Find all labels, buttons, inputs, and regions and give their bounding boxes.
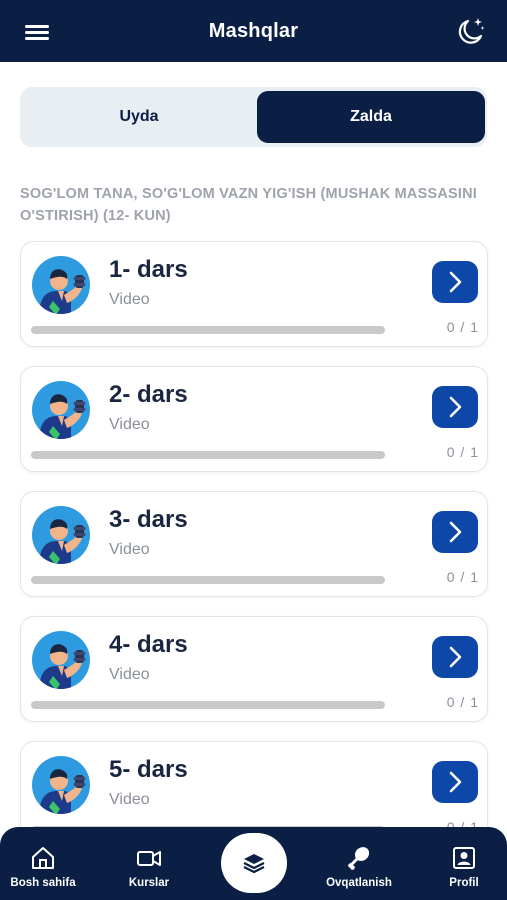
nav-bosh-sahifa[interactable]: Bosh sahifa bbox=[0, 845, 88, 889]
lesson-progress-count: 0 / 1 bbox=[446, 694, 479, 710]
lesson-title: 1- dars bbox=[109, 256, 188, 283]
course-title: SOG'LOM TANA, SO'G'LOM VAZN YIG'ISH (MUS… bbox=[20, 186, 477, 224]
lesson-card[interactable]: 1- dars Video 0 / 1 bbox=[20, 241, 488, 347]
athlete-avatar-icon bbox=[31, 630, 91, 690]
lesson-progress-bar bbox=[31, 326, 385, 334]
home-icon bbox=[32, 847, 54, 869]
lesson-progress-count: 0 / 1 bbox=[446, 569, 479, 585]
chevron-right-icon bbox=[449, 396, 462, 418]
lesson-type: Video bbox=[109, 291, 150, 308]
layers-icon bbox=[243, 854, 265, 874]
page-title: Mashqlar bbox=[208, 19, 299, 42]
lesson-title: 5- dars bbox=[109, 756, 188, 783]
athlete-avatar-icon bbox=[31, 380, 91, 440]
lesson-type: Video bbox=[109, 666, 150, 683]
lesson-title: 2- dars bbox=[109, 381, 188, 408]
video-camera-icon bbox=[137, 851, 161, 866]
nav-profil[interactable]: Profil bbox=[419, 845, 507, 889]
nav-label: Profil bbox=[449, 877, 479, 889]
moon-stars-icon[interactable] bbox=[453, 15, 487, 49]
hamburger-menu-icon[interactable] bbox=[25, 23, 51, 41]
nav-label: Kurslar bbox=[128, 877, 170, 889]
lesson-title: 4- dars bbox=[109, 631, 188, 658]
athlete-avatar-icon bbox=[31, 755, 91, 815]
nav-kurslar[interactable]: Kurslar bbox=[104, 845, 194, 889]
lesson-type: Video bbox=[109, 541, 150, 558]
lesson-progress-bar bbox=[31, 451, 385, 459]
lesson-progress-bar bbox=[31, 576, 385, 584]
lesson-progress-count: 0 / 1 bbox=[446, 444, 479, 460]
tab-uyda[interactable]: Uyda bbox=[24, 91, 254, 143]
lesson-progress-count: 0 / 1 bbox=[446, 319, 479, 335]
athlete-avatar-icon bbox=[31, 505, 91, 565]
athlete-avatar-icon bbox=[31, 255, 91, 315]
chevron-right-icon bbox=[449, 271, 462, 293]
profile-card-icon bbox=[453, 847, 475, 869]
open-lesson-button[interactable] bbox=[432, 261, 478, 303]
nav-label: Ovqatlanish bbox=[326, 877, 392, 889]
tab-zalda[interactable]: Zalda bbox=[257, 91, 485, 143]
open-lesson-button[interactable] bbox=[432, 386, 478, 428]
bottom-navigation: Bosh sahifa Kurslar Ovqatlanish Profil bbox=[0, 827, 507, 900]
location-tabs: Uyda Zalda bbox=[20, 87, 487, 147]
lesson-title: 3- dars bbox=[109, 506, 188, 533]
lesson-card[interactable]: 4- dars Video 0 / 1 bbox=[20, 616, 488, 722]
lesson-card[interactable]: 3- dars Video 0 / 1 bbox=[20, 491, 488, 597]
app-header: Mashqlar bbox=[0, 0, 507, 62]
nav-ovqatlanish[interactable]: Ovqatlanish bbox=[314, 845, 404, 889]
lesson-progress-bar bbox=[31, 701, 385, 709]
chevron-right-icon bbox=[449, 771, 462, 793]
chevron-right-icon bbox=[449, 646, 462, 668]
open-lesson-button[interactable] bbox=[432, 511, 478, 553]
open-lesson-button[interactable] bbox=[432, 636, 478, 678]
drumstick-icon bbox=[348, 847, 370, 870]
chevron-right-icon bbox=[449, 521, 462, 543]
center-courses-button[interactable] bbox=[221, 833, 287, 893]
lesson-card[interactable]: 2- dars Video 0 / 1 bbox=[20, 366, 488, 472]
nav-label: Bosh sahifa bbox=[10, 877, 76, 889]
lesson-type: Video bbox=[109, 416, 150, 433]
lesson-type: Video bbox=[109, 791, 150, 808]
open-lesson-button[interactable] bbox=[432, 761, 478, 803]
